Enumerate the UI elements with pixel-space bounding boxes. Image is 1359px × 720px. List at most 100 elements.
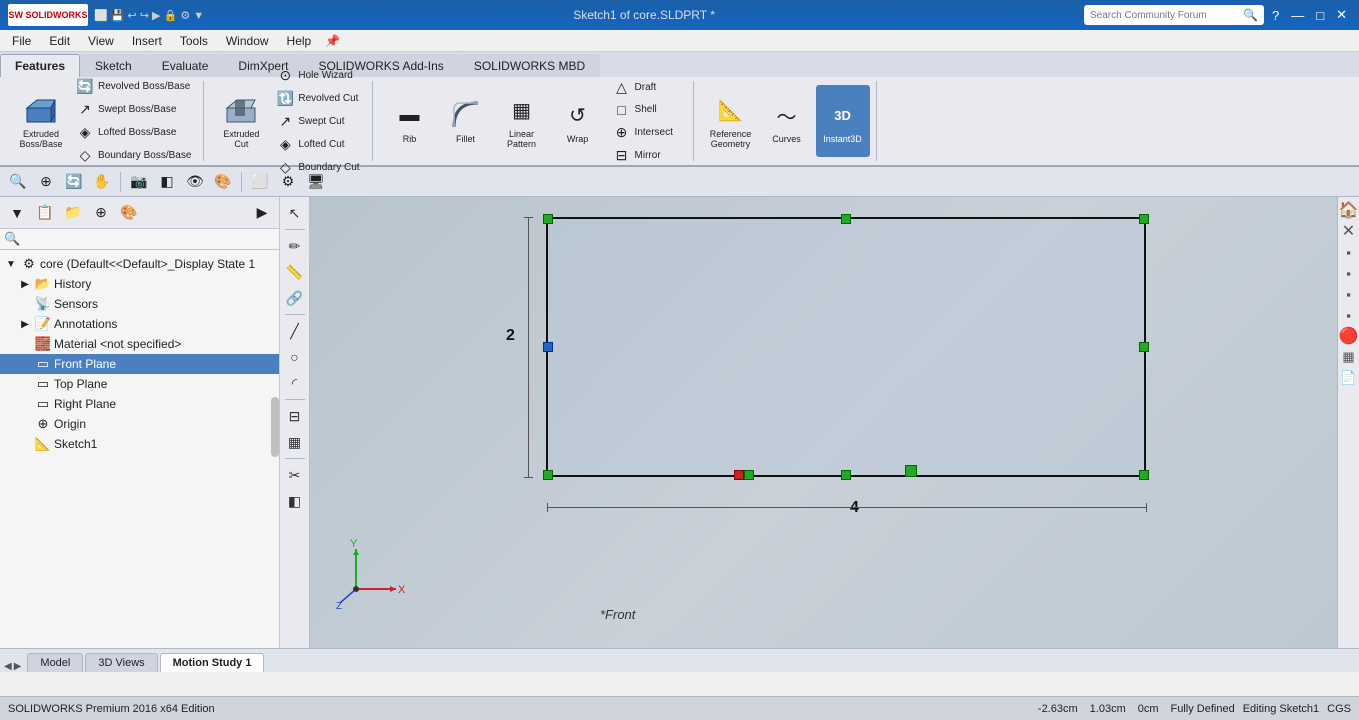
reference-geometry-button[interactable]: 📐 ReferenceGeometry (704, 85, 758, 157)
curves-button[interactable]: 〜 Curves (760, 85, 814, 157)
fillet-label: Fillet (456, 135, 475, 145)
view-toolbar: 🔍 ⊕ 🔄 ✋ 📷 ◧ 👁 🎨 ⬜ ⚙ 🖥 (0, 167, 1359, 197)
line-tool[interactable]: ╱ (283, 319, 307, 343)
menu-tools[interactable]: Tools (172, 32, 216, 50)
offset-tool[interactable]: ◧ (283, 489, 307, 513)
menu-window[interactable]: Window (218, 32, 277, 50)
tab-3d-views[interactable]: 3D Views (85, 653, 157, 672)
menu-view[interactable]: View (80, 32, 122, 50)
rib-button[interactable]: ▬ Rib (383, 85, 437, 157)
relation-tool[interactable]: 🔗 (283, 286, 307, 310)
edit-appearance-button[interactable]: 🎨 (211, 170, 235, 194)
config-manager-button[interactable]: 📁 (60, 200, 86, 226)
revolved-boss-button[interactable]: 🔄 Revolved Boss/Base (70, 76, 197, 97)
view-palette-button[interactable]: 🏠 (1340, 201, 1358, 219)
display-manager-button[interactable]: 🎨 (116, 200, 142, 226)
property-manager-button[interactable]: 📋 (32, 200, 58, 226)
extruded-cut-button[interactable]: ExtrudedCut (214, 85, 268, 157)
pin-button[interactable]: 📌 (325, 34, 340, 48)
tab-evaluate[interactable]: Evaluate (147, 54, 224, 77)
hide-show-button[interactable]: 👁 (183, 170, 207, 194)
draft-button[interactable]: △ Draft (607, 77, 687, 98)
zoom-button[interactable]: ⊕ (34, 170, 58, 194)
menu-edit[interactable]: Edit (41, 32, 78, 50)
section-view-button[interactable]: ⬜ (248, 170, 272, 194)
ribbon-tabs: Features Sketch Evaluate DimXpert SOLIDW… (0, 52, 1359, 77)
lofted-cut-button[interactable]: ◈ Lofted Cut (270, 134, 365, 155)
boundary-boss-button[interactable]: ◇ Boundary Boss/Base (70, 145, 197, 166)
view-orientation-button[interactable]: 📷 (127, 170, 151, 194)
tree-top-plane[interactable]: ▭ Top Plane (0, 374, 279, 394)
instant3d-button[interactable]: 3D Instant3D (816, 85, 870, 157)
tab-mbd[interactable]: SOLIDWORKS MBD (459, 54, 600, 77)
expand-button[interactable]: ▶ (249, 200, 275, 226)
help-button[interactable]: ? (1268, 8, 1283, 23)
appearances-button[interactable]: ▪ (1340, 264, 1358, 282)
mirror-tool[interactable]: ⊟ (283, 404, 307, 428)
sketch-tool[interactable]: ✏ (283, 234, 307, 258)
lofted-boss-button[interactable]: ◈ Lofted Boss/Base (70, 122, 197, 143)
custom-props-button[interactable]: ▪ (1340, 285, 1358, 303)
display-style-button[interactable]: ◧ (155, 170, 179, 194)
linear-pattern-button[interactable]: ▦ LinearPattern (495, 85, 549, 157)
tree-right-plane[interactable]: ▭ Right Plane (0, 394, 279, 414)
instant3d-icon: 3D (825, 97, 861, 133)
tree-history[interactable]: ▶ 📂 History (0, 274, 279, 294)
table-button[interactable]: ▦ (1340, 348, 1358, 366)
tab-features[interactable]: Features (0, 54, 80, 77)
swept-cut-button[interactable]: ↗ Swept Cut (270, 111, 365, 132)
tab-motion-study[interactable]: Motion Study 1 (160, 653, 265, 672)
menu-insert[interactable]: Insert (124, 32, 170, 50)
feature-manager-button[interactable]: ▼ (4, 200, 30, 226)
fillet-button[interactable]: Fillet (439, 85, 493, 157)
fillet-icon (448, 97, 484, 133)
viewport[interactable]: 2 4 X (310, 197, 1359, 672)
trim-tool[interactable]: ✂ (283, 463, 307, 487)
menu-file[interactable]: File (4, 32, 39, 50)
tree-sensors[interactable]: 📡 Sensors (0, 294, 279, 314)
arc-tool[interactable]: ◜ (283, 371, 307, 395)
rotate-button[interactable]: 🔄 (62, 170, 86, 194)
dimension-tool[interactable]: 📏 (283, 260, 307, 284)
minimize-button[interactable]: — (1287, 8, 1308, 23)
tab-model[interactable]: Model (27, 653, 83, 672)
hole-wizard-button[interactable]: ⊙ Hole Wizard (270, 65, 365, 86)
search-icon[interactable]: 🔍 (1243, 8, 1258, 22)
pattern-tool[interactable]: ▦ (283, 430, 307, 454)
display-states-button[interactable]: ✕ (1340, 222, 1358, 240)
mirror-button[interactable]: ⊟ Mirror (607, 145, 687, 166)
select-tool[interactable]: ↖ (283, 201, 307, 225)
apply-scene-button[interactable]: 🖥 (304, 170, 328, 194)
sw-task-panel[interactable]: ▪ (1340, 306, 1358, 324)
tree-origin[interactable]: ⊕ Origin (0, 414, 279, 434)
close-button[interactable]: ✕ (1332, 7, 1351, 23)
circle-tool[interactable]: ○ (283, 345, 307, 369)
view-settings-button[interactable]: ⚙ (276, 170, 300, 194)
pan-button[interactable]: ✋ (90, 170, 114, 194)
tree-front-plane[interactable]: ▭ Front Plane (0, 354, 279, 374)
tab-next-button[interactable]: ▶ (14, 661, 22, 672)
swept-boss-button[interactable]: ↗ Swept Boss/Base (70, 99, 197, 120)
zoom-to-fit-button[interactable]: 🔍 (6, 170, 30, 194)
scene-button[interactable]: ▪ (1340, 243, 1358, 261)
right-plane-expander (18, 399, 32, 410)
revolved-cut-button[interactable]: 🔃 Revolved Cut (270, 88, 365, 109)
dim-arrow-top-left (524, 217, 533, 218)
color-picker[interactable]: 🔴 (1340, 327, 1358, 345)
menu-help[interactable]: Help (279, 32, 320, 50)
tree-material[interactable]: 🧱 Material <not specified> (0, 334, 279, 354)
sidebar-scrollbar[interactable] (271, 397, 279, 457)
tree-sketch1[interactable]: 📐 Sketch1 (0, 434, 279, 454)
extruded-boss-base-button[interactable]: ExtrudedBoss/Base (14, 85, 68, 157)
intersect-button[interactable]: ⊕ Intersect (607, 122, 687, 143)
search-community-box[interactable]: Search Community Forum 🔍 (1084, 5, 1264, 25)
document-props[interactable]: 📄 (1340, 369, 1358, 387)
tab-prev-button[interactable]: ◀ (4, 661, 12, 672)
wrap-button[interactable]: ↺ Wrap (551, 85, 605, 157)
maximize-button[interactable]: □ (1312, 8, 1328, 23)
tree-root[interactable]: ▼ ⚙ core (Default<<Default>_Display Stat… (0, 254, 279, 274)
shell-button[interactable]: □ Shell (607, 100, 687, 120)
tab-sketch[interactable]: Sketch (80, 54, 147, 77)
dim-expert-button[interactable]: ⊕ (88, 200, 114, 226)
tree-annotations[interactable]: ▶ 📝 Annotations (0, 314, 279, 334)
